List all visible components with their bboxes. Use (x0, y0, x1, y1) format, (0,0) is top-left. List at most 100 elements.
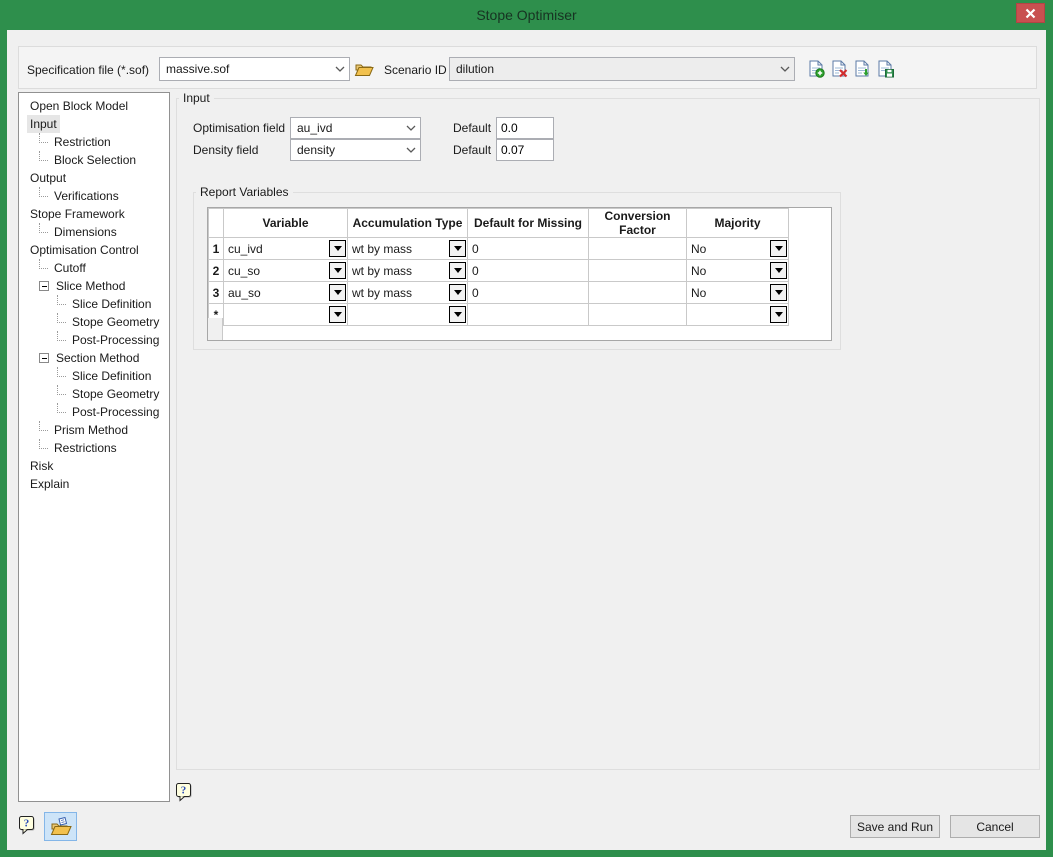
tree-item-cutoff[interactable]: Cutoff (19, 259, 169, 277)
tree-item-section-method[interactable]: Section Method (19, 349, 169, 367)
optimisation-field-label: Optimisation field (193, 121, 285, 135)
collapse-icon[interactable] (39, 353, 49, 363)
tree-item-optimisation-control[interactable]: Optimisation Control (19, 241, 169, 259)
tree-item-explain[interactable]: Explain (19, 475, 169, 493)
collapse-icon[interactable] (39, 281, 49, 291)
cell-default-for-missing[interactable]: 0 (468, 260, 589, 282)
col-header-majority: Majority (687, 209, 789, 238)
cell-dropdown-button[interactable] (329, 240, 346, 257)
density-field-combobox[interactable]: density (290, 139, 421, 161)
cell-dropdown-button[interactable] (449, 284, 466, 301)
cell-accumulation-type[interactable]: wt by mass (348, 260, 468, 282)
help-button-panel[interactable]: ? (175, 782, 194, 806)
row-header-strip (208, 318, 223, 340)
dropdown-arrow-icon (775, 312, 783, 317)
spec-file-label: Specification file (*.sof) (27, 63, 149, 77)
import-scenario-icon (854, 60, 871, 78)
optimisation-field-combobox[interactable]: au_ivd (290, 117, 421, 139)
save-scenario-button[interactable] (875, 58, 896, 80)
cell-conversion-factor[interactable] (589, 282, 687, 304)
cell-variable[interactable]: cu_ivd (224, 238, 348, 260)
navigation-tree: Open Block Model Input Restriction Block… (18, 92, 170, 802)
cell-majority[interactable]: No (687, 260, 789, 282)
col-header-variable: Variable (224, 209, 348, 238)
tree-item-post-processing[interactable]: Post-Processing (19, 331, 169, 349)
spec-file-value: massive.sof (160, 62, 331, 76)
cell-conversion-factor[interactable] (589, 304, 687, 326)
browse-spec-file-button[interactable] (353, 58, 374, 80)
cell-accumulation-type[interactable]: wt by mass (348, 238, 468, 260)
density-field-label: Density field (193, 143, 258, 157)
cell-dropdown-button[interactable] (449, 262, 466, 279)
table-row: 2 cu_so wt by mass 0 No (209, 260, 789, 282)
dropdown-arrow-icon (775, 268, 783, 273)
tree-item-prism-method[interactable]: Prism Method (19, 421, 169, 439)
dropdown-arrow-icon (334, 268, 342, 273)
cell-majority[interactable]: No (687, 238, 789, 260)
col-header-conversion-factor: Conversion Factor (589, 209, 687, 238)
tree-item-restrictions[interactable]: Restrictions (19, 439, 169, 457)
cell-accumulation-type[interactable]: wt by mass (348, 282, 468, 304)
cell-default-for-missing[interactable]: 0 (468, 238, 589, 260)
tree-item-input[interactable]: Input (19, 115, 169, 133)
save-and-run-button[interactable]: Save and Run (850, 815, 940, 838)
tree-item-stope-geometry[interactable]: Stope Geometry (19, 313, 169, 331)
col-header-rownum (209, 209, 224, 238)
tree-item-block-selection[interactable]: Block Selection (19, 151, 169, 169)
tree-item-risk[interactable]: Risk (19, 457, 169, 475)
close-button[interactable] (1016, 3, 1045, 23)
cell-dropdown-button[interactable] (770, 284, 787, 301)
cell-dropdown-button[interactable] (770, 262, 787, 279)
cell-dropdown-button[interactable] (449, 306, 466, 323)
cell-dropdown-button[interactable] (770, 240, 787, 257)
cell-variable[interactable]: cu_so (224, 260, 348, 282)
tree-item-slice-method[interactable]: Slice Method (19, 277, 169, 295)
optimisation-default-input[interactable] (496, 117, 554, 139)
cell-variable[interactable] (224, 304, 348, 326)
cell-default-for-missing[interactable]: 0 (468, 282, 589, 304)
cell-conversion-factor[interactable] (589, 260, 687, 282)
input-group-label: Input (179, 91, 214, 105)
cell-dropdown-button[interactable] (329, 284, 346, 301)
help-icon: ? (175, 782, 194, 803)
dropdown-arrow-icon (334, 290, 342, 295)
cell-accumulation-type[interactable] (348, 304, 468, 326)
row-header[interactable]: 1 (209, 238, 224, 260)
scenario-id-combobox[interactable]: dilution (449, 57, 795, 81)
tree-item-dimensions[interactable]: Dimensions (19, 223, 169, 241)
tree-item-stope-framework[interactable]: Stope Framework (19, 205, 169, 223)
new-scenario-button[interactable] (806, 58, 827, 80)
delete-scenario-button[interactable] (829, 58, 850, 80)
cell-dropdown-button[interactable] (329, 306, 346, 323)
tree-item-verifications[interactable]: Verifications (19, 187, 169, 205)
row-header[interactable]: 2 (209, 260, 224, 282)
cell-majority[interactable]: No (687, 282, 789, 304)
row-header[interactable]: 3 (209, 282, 224, 304)
dropdown-arrow-icon (454, 290, 462, 295)
dialog-content: Specification file (*.sof) massive.sof S… (7, 30, 1046, 850)
tree-item-open-block-model[interactable]: Open Block Model (19, 97, 169, 115)
tree-item-slice-definition[interactable]: Slice Definition (19, 295, 169, 313)
cell-variable[interactable]: au_so (224, 282, 348, 304)
tree-item-restriction[interactable]: Restriction (19, 133, 169, 151)
cell-dropdown-button[interactable] (329, 262, 346, 279)
optimisation-field-value: au_ivd (291, 121, 402, 135)
chevron-down-icon (331, 66, 349, 72)
density-default-input[interactable] (496, 139, 554, 161)
cell-default-for-missing[interactable] (468, 304, 589, 326)
cell-conversion-factor[interactable] (589, 238, 687, 260)
tree-item-output[interactable]: Output (19, 169, 169, 187)
help-button-dialog[interactable]: ? (18, 815, 37, 839)
cancel-button[interactable]: Cancel (950, 815, 1040, 838)
tree-item-stope-geometry-2[interactable]: Stope Geometry (19, 385, 169, 403)
spec-file-combobox[interactable]: massive.sof (159, 57, 350, 81)
open-working-folder-button[interactable] (44, 812, 77, 841)
title-bar: Stope Optimiser (0, 0, 1053, 30)
import-scenario-button[interactable] (852, 58, 873, 80)
cell-dropdown-button[interactable] (770, 306, 787, 323)
cell-majority[interactable] (687, 304, 789, 326)
tree-item-slice-definition-2[interactable]: Slice Definition (19, 367, 169, 385)
tree-item-post-processing-2[interactable]: Post-Processing (19, 403, 169, 421)
cell-dropdown-button[interactable] (449, 240, 466, 257)
table-row-new: * (209, 304, 789, 326)
